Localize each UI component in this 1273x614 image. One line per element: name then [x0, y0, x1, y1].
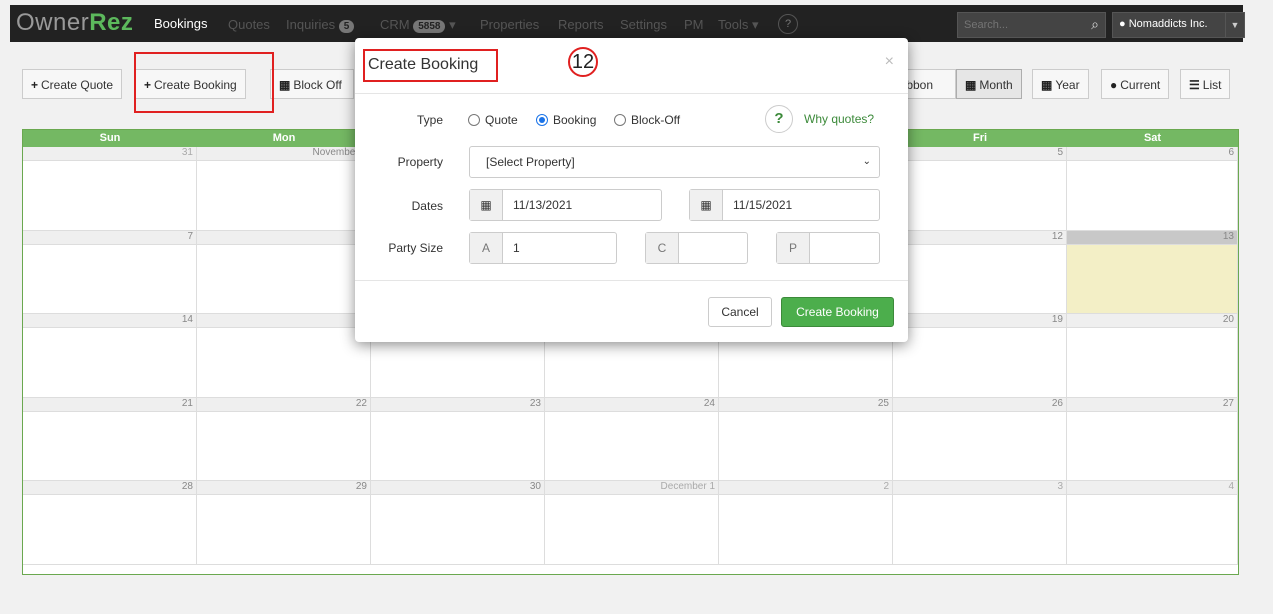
- property-select[interactable]: [Select Property] ⌄: [469, 146, 880, 178]
- property-select-value: [Select Property]: [486, 155, 575, 169]
- chevron-down-icon: ⌄: [862, 156, 871, 167]
- cancel-button[interactable]: Cancel: [708, 297, 772, 327]
- property-label: Property: [397, 155, 443, 169]
- start-date-field[interactable]: ▦ 11/13/2021: [469, 189, 662, 221]
- radio-quote-label: Quote: [485, 113, 518, 127]
- adults-addon: A: [470, 233, 503, 263]
- adults-value: 1: [513, 241, 520, 255]
- radio-block-off-label: Block-Off: [631, 113, 681, 127]
- radio-block-off[interactable]: [614, 114, 626, 126]
- why-quotes-link[interactable]: Why quotes?: [804, 112, 874, 126]
- type-label: Type: [416, 113, 443, 127]
- calendar-icon: ▦: [690, 190, 723, 220]
- party-size-label: Party Size: [388, 241, 443, 255]
- pets-field[interactable]: P: [776, 232, 880, 264]
- radio-booking[interactable]: [536, 114, 548, 126]
- create-booking-modal: Create Booking 12 × Type Quote Booking B…: [355, 38, 908, 342]
- help-question-icon[interactable]: ?: [765, 105, 793, 133]
- divider: [355, 93, 908, 94]
- end-date-field[interactable]: ▦ 11/15/2021: [689, 189, 880, 221]
- create-booking-submit-button[interactable]: Create Booking: [781, 297, 894, 327]
- annotation-highlight-title: [363, 49, 498, 82]
- dates-label: Dates: [411, 199, 443, 213]
- start-date-value: 11/13/2021: [513, 198, 573, 212]
- adults-field[interactable]: A 1: [469, 232, 617, 264]
- divider: [355, 280, 908, 281]
- radio-booking-label: Booking: [553, 113, 597, 127]
- step-number-annotation: 12: [568, 47, 598, 77]
- radio-quote[interactable]: [468, 114, 480, 126]
- close-icon[interactable]: ×: [885, 53, 894, 71]
- pets-addon: P: [777, 233, 810, 263]
- children-field[interactable]: C: [645, 232, 748, 264]
- end-date-value: 11/15/2021: [733, 198, 793, 212]
- calendar-icon: ▦: [470, 190, 503, 220]
- children-addon: C: [646, 233, 679, 263]
